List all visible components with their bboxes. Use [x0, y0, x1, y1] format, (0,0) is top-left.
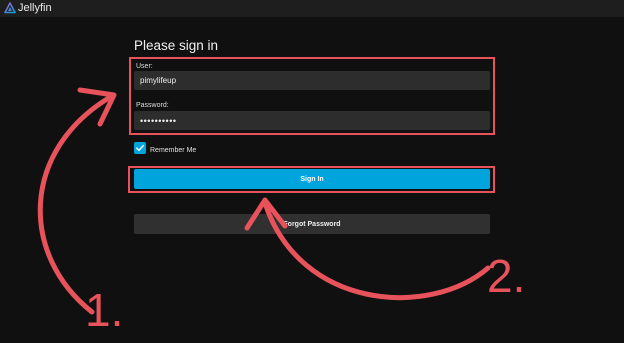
top-bar: Jellyfin: [0, 0, 624, 17]
user-input[interactable]: pimylifeup: [134, 71, 490, 90]
step-2-label: 2.: [487, 250, 526, 302]
password-input[interactable]: ••••••••••: [134, 111, 490, 130]
remember-me-checkbox[interactable]: [134, 142, 146, 154]
app-title: Jellyfin: [18, 2, 52, 14]
page-title: Please sign in: [134, 38, 219, 53]
password-label: Password:: [136, 102, 169, 109]
user-label: User:: [136, 63, 153, 70]
step-1-label: 1.: [85, 284, 124, 336]
password-input-value: ••••••••••: [140, 115, 177, 126]
user-input-value: pimylifeup: [140, 76, 177, 85]
sign-in-button[interactable]: Sign In: [134, 169, 490, 189]
remember-me-label[interactable]: Remember Me: [150, 146, 196, 155]
checkmark-icon: [136, 144, 145, 152]
jellyfin-logo-icon[interactable]: [4, 2, 16, 14]
forgot-password-button[interactable]: Forgot Password: [134, 214, 490, 234]
